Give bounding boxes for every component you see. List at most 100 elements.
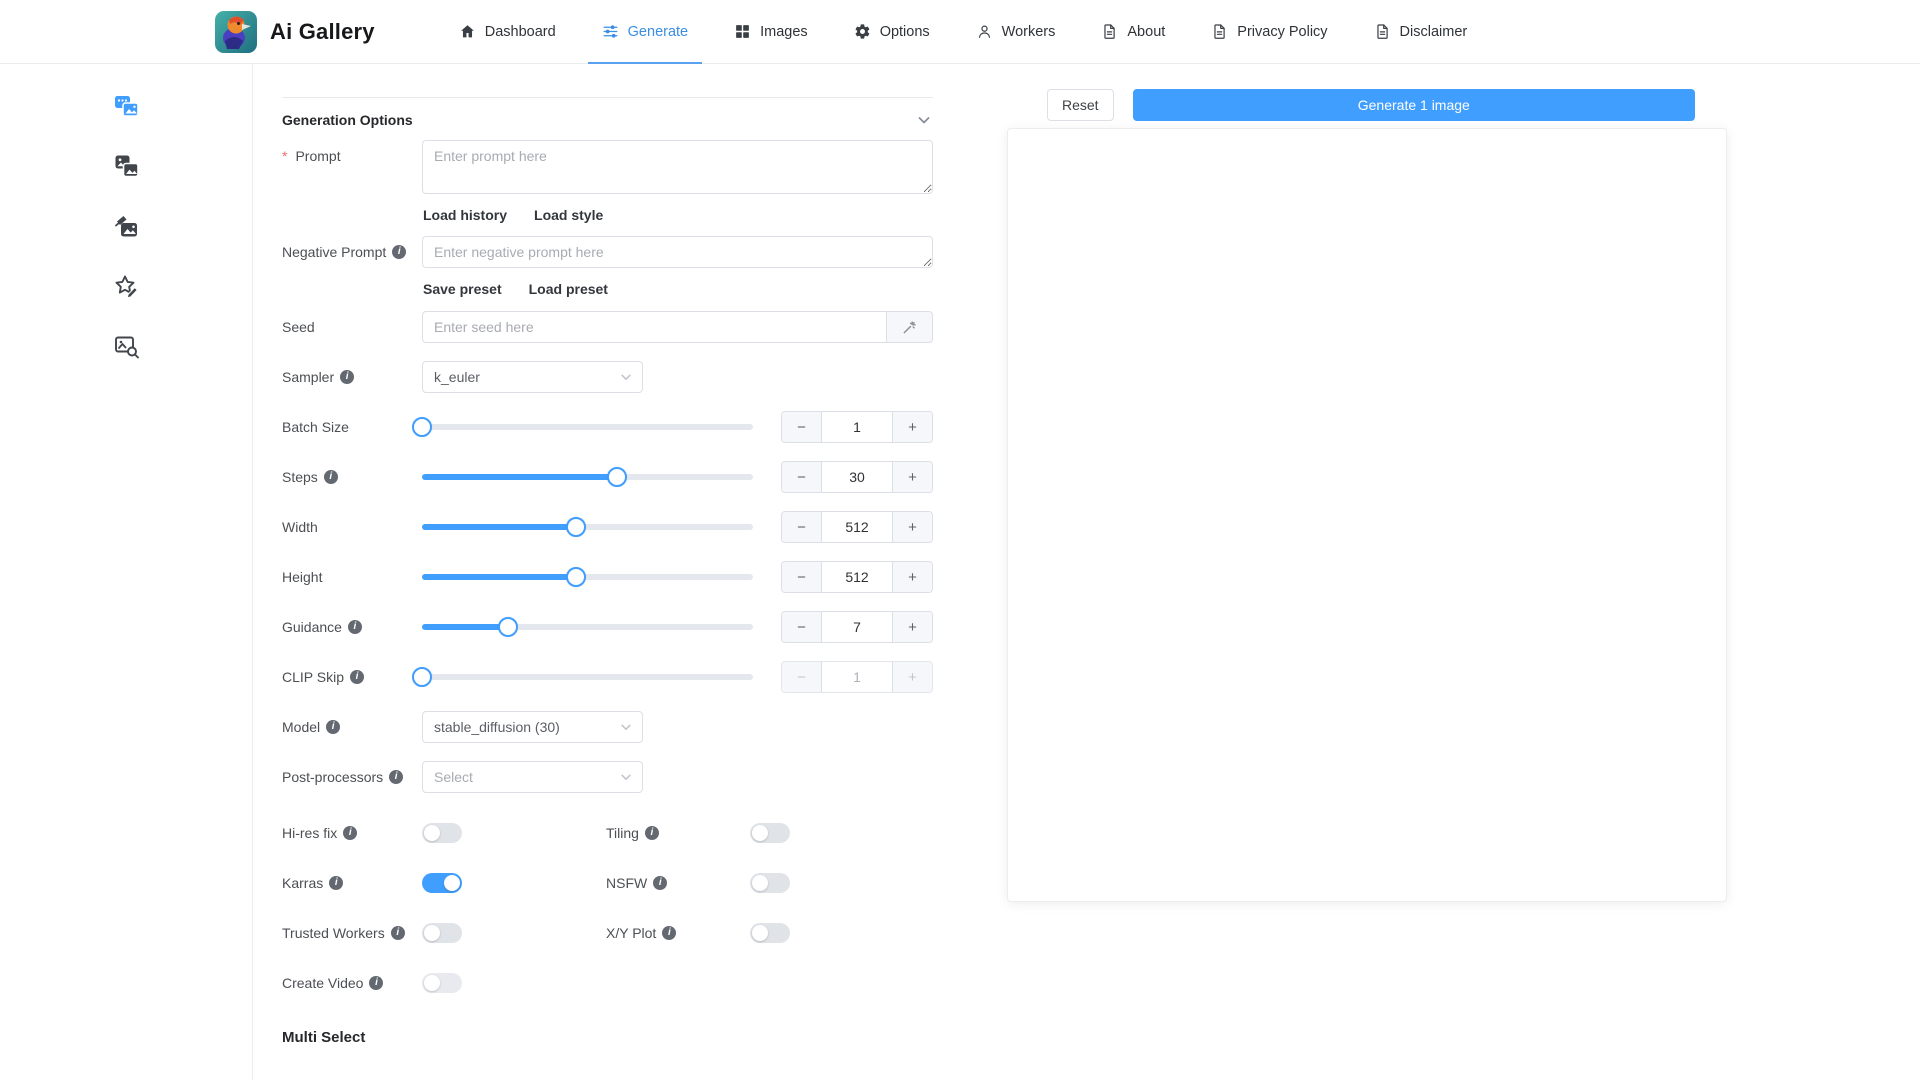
user-icon <box>978 25 990 38</box>
image-to-image-icon <box>115 155 139 177</box>
nav-workers[interactable]: Workers <box>976 0 1055 64</box>
info-icon[interactable]: i <box>389 770 404 784</box>
post-processors-select[interactable]: Select <box>422 761 643 793</box>
sidebar-item-text-to-image[interactable] <box>0 76 253 136</box>
sampler-select[interactable]: k_euler <box>422 361 643 393</box>
sliders-icon <box>603 25 618 38</box>
info-icon[interactable]: i <box>369 976 384 990</box>
guidance-value[interactable]: 7 <box>822 612 892 642</box>
seed-input[interactable] <box>422 311 887 343</box>
main-nav: Dashboard Generate Images Options Worker… <box>459 0 1468 64</box>
info-icon[interactable]: i <box>326 720 341 734</box>
generate-button[interactable]: Generate 1 image <box>1132 89 1695 121</box>
seed-row: Seed <box>282 311 933 343</box>
info-icon[interactable]: i <box>392 245 407 259</box>
mode-sidebar <box>0 64 253 1080</box>
sidebar-item-interrogate[interactable] <box>0 316 253 376</box>
steps-value[interactable]: 30 <box>822 462 892 492</box>
nav-options[interactable]: Options <box>854 0 930 64</box>
sidebar-item-rate-images[interactable] <box>0 256 253 316</box>
clip-skip-value[interactable]: 1 <box>822 662 892 692</box>
slider-handle[interactable] <box>412 417 432 437</box>
decrement-button[interactable]: − <box>782 462 822 492</box>
info-icon[interactable]: i <box>662 926 677 940</box>
nsfw-toggle[interactable] <box>750 873 790 893</box>
nav-about[interactable]: About <box>1101 0 1165 64</box>
hi-res-fix-toggle[interactable] <box>422 823 462 843</box>
toggle-row: Create Video i <box>282 967 933 999</box>
toggle-row: Hi-res fix i Tiling i <box>282 817 933 849</box>
increment-button[interactable]: + <box>892 662 932 692</box>
chevron-down-icon <box>621 774 631 780</box>
document-icon <box>1214 24 1226 39</box>
batch-size-value[interactable]: 1 <box>822 412 892 442</box>
negative-prompt-input[interactable] <box>422 236 933 268</box>
info-icon[interactable]: i <box>644 826 659 840</box>
increment-button[interactable]: + <box>892 612 932 642</box>
sidebar-item-inpainting[interactable] <box>0 196 253 256</box>
brand[interactable]: Ai Gallery <box>215 10 375 53</box>
increment-button[interactable]: + <box>892 412 932 442</box>
generation-options-header[interactable]: Generation Options <box>282 97 933 140</box>
slider-handle[interactable] <box>412 667 432 687</box>
info-icon[interactable]: i <box>347 620 362 634</box>
slider-handle[interactable] <box>565 517 586 537</box>
xy-plot-toggle[interactable] <box>750 923 790 943</box>
decrement-button[interactable]: − <box>782 512 822 542</box>
decrement-button[interactable]: − <box>782 662 822 692</box>
info-icon[interactable]: i <box>390 926 405 940</box>
sidebar-item-image-to-image[interactable] <box>0 136 253 196</box>
load-preset-button[interactable]: Load preset <box>529 281 608 297</box>
trusted-workers-toggle[interactable] <box>422 923 462 943</box>
batch-size-slider[interactable] <box>412 411 753 443</box>
load-history-button[interactable]: Load history <box>423 207 507 223</box>
model-select[interactable]: stable_diffusion (30) <box>422 711 643 743</box>
width-value[interactable]: 512 <box>822 512 892 542</box>
height-slider[interactable] <box>422 561 753 593</box>
steps-row: Steps i − 30 + <box>282 461 933 493</box>
slider-handle[interactable] <box>498 617 519 637</box>
decrement-button[interactable]: − <box>782 612 822 642</box>
info-icon[interactable]: i <box>653 876 668 890</box>
chevron-down-icon[interactable] <box>917 113 931 127</box>
clip-skip-row: CLIP Skip i − 1 + <box>282 661 933 693</box>
save-preset-button[interactable]: Save preset <box>423 281 502 297</box>
nav-label: Privacy Policy <box>1237 23 1328 40</box>
info-icon[interactable]: i <box>340 370 355 384</box>
nav-privacy-policy[interactable]: Privacy Policy <box>1211 0 1328 64</box>
slider-handle[interactable] <box>607 467 628 487</box>
increment-button[interactable]: + <box>892 512 932 542</box>
slider-handle[interactable] <box>565 567 586 587</box>
negative-prompt-row: Negative Prompt i Save preset Load prese… <box>282 236 933 299</box>
info-icon[interactable]: i <box>329 876 344 890</box>
preset-links: Save preset Load preset <box>422 273 933 299</box>
increment-button[interactable]: + <box>892 562 932 592</box>
reset-button[interactable]: Reset <box>1047 89 1114 121</box>
info-icon[interactable]: i <box>343 826 358 840</box>
decrement-button[interactable]: − <box>782 562 822 592</box>
guidance-slider[interactable] <box>422 611 753 643</box>
random-seed-button[interactable] <box>887 311 933 343</box>
height-value[interactable]: 512 <box>822 562 892 592</box>
prompt-input[interactable] <box>422 140 933 194</box>
load-style-button[interactable]: Load style <box>534 207 603 223</box>
decrement-button[interactable]: − <box>782 412 822 442</box>
info-icon[interactable]: i <box>350 670 364 684</box>
home-icon <box>460 25 474 38</box>
nav-label: Images <box>760 23 808 40</box>
increment-button[interactable]: + <box>892 462 932 492</box>
nav-disclaimer[interactable]: Disclaimer <box>1374 0 1468 64</box>
steps-slider[interactable] <box>422 461 753 493</box>
info-icon[interactable]: i <box>323 470 338 484</box>
nav-label: About <box>1127 23 1166 40</box>
nav-dashboard[interactable]: Dashboard <box>459 0 556 64</box>
nav-label: Disclaimer <box>1399 23 1468 40</box>
app-header: Ai Gallery Dashboard Generate Images Opt… <box>0 0 1920 64</box>
create-video-toggle[interactable] <box>422 973 462 993</box>
nav-images[interactable]: Images <box>734 0 808 64</box>
nav-generate[interactable]: Generate <box>587 0 703 64</box>
tiling-toggle[interactable] <box>750 823 790 843</box>
clip-skip-slider[interactable] <box>412 661 753 693</box>
width-slider[interactable] <box>422 511 753 543</box>
karras-toggle[interactable] <box>422 873 462 893</box>
